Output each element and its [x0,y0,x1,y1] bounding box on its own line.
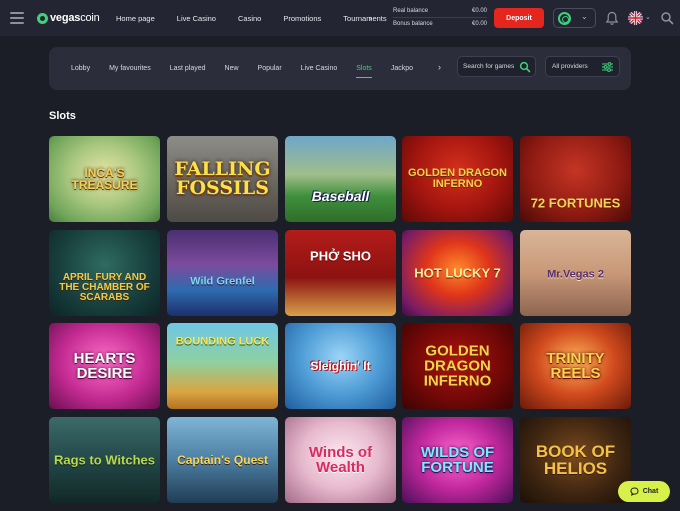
game-title: INCA'S TREASURE [71,166,138,192]
game-title: BOOK OF HELIOS [535,442,616,478]
nav-casino[interactable]: Casino [238,14,261,23]
game-tile-mr-vegas-2[interactable]: Mr.Vegas 2 [520,230,631,316]
logo-text: vegascoin [50,12,100,24]
tab-slots[interactable]: Slots [356,47,372,90]
logo-coin-icon [37,12,48,24]
game-tile-falling-fossils[interactable]: FALLING FOSSILS [167,136,278,222]
game-title: Golden Dragon Inferno [408,167,507,190]
tab-jackpots[interactable]: Jackpo [391,47,413,90]
bonus-balance-label: Bonus balance [393,20,433,27]
chat-label: Chat [642,488,659,495]
game-tile-captains-quest[interactable]: Captain's Quest [167,417,278,503]
chevron-down-icon: ⌄ [581,12,588,21]
game-title: WILDS OF FORTUNE [420,444,495,476]
tab-popular[interactable]: Popular [258,47,282,90]
game-title: Sleighin' It [310,359,371,373]
top-header: vegascoin Home page Live Casino Casino P… [0,0,680,36]
game-tile-baseball[interactable]: Baseball [285,136,396,222]
game-title: PHỞ SHO [310,248,371,264]
game-tile-hot-lucky-7[interactable]: HOT LUCKY 7 [402,230,513,316]
game-title: 72 FORTUNES [530,195,621,211]
search-icon [519,61,531,73]
balance-panel: Real balance €0.00 Bonus balance €0.00 [393,5,487,29]
game-tile-wilds-of-fortune[interactable]: WILDS OF FORTUNE [402,417,513,503]
uk-flag-icon[interactable] [628,11,643,25]
filter-sliders-icon [602,62,613,72]
game-title: Mr.Vegas 2 [547,268,604,281]
game-title: FALLING FOSSILS [174,158,271,199]
game-tile-trinity-reels[interactable]: TRINITY REELS [520,323,631,409]
game-tile-incas-treasure[interactable]: INCA'S TREASURE [49,136,160,222]
avatar-icon [558,12,571,25]
nav-live-casino[interactable]: Live Casino [177,14,216,23]
tab-new[interactable]: New [225,47,239,90]
game-tile-bounding-luck[interactable]: BOUNDING LUCK [167,323,278,409]
main-navigation: Home page Live Casino Casino Promotions … [116,0,387,36]
game-tile-golden-dragon-inferno-hold-win[interactable]: Golden Dragon Inferno [402,136,513,222]
nav-home-page[interactable]: Home page [116,14,155,23]
real-balance-label: Real balance [393,8,429,14]
game-tile-april-fury[interactable]: APRIL FURY AND THE CHAMBER OF SCARABS [49,230,160,316]
chat-bubble-icon [630,487,639,496]
game-title: APRIL FURY AND THE CHAMBER OF SCARABS [59,272,150,304]
game-title: Rags to Witches [53,452,155,468]
section-title: Slots [49,110,76,122]
notification-bell-icon[interactable] [605,11,619,26]
real-balance-row: Real balance €0.00 [393,5,487,17]
vegascoin-logo[interactable]: vegascoin [37,11,100,25]
game-search-input[interactable]: Search for games [457,56,536,77]
nav-promotions[interactable]: Promotions [283,14,321,23]
game-title: TRINITY REELS [546,350,605,382]
category-scroll-right-icon[interactable]: › [438,62,441,72]
game-title: BOUNDING LUCK [175,335,270,348]
providers-filter-label: All providers [552,63,588,70]
tab-my-favourites[interactable]: My favourites [109,47,151,90]
game-title: Winds of Wealth [308,444,373,476]
bonus-balance-row: Bonus balance €0.00 [393,17,487,29]
search-icon[interactable] [660,11,674,25]
language-chevron-icon[interactable]: ⌄ [645,13,651,21]
game-search-placeholder: Search for games [463,63,515,70]
nav-tournaments[interactable]: Tournaments [343,14,386,23]
category-tabs: Lobby My favourites Last played New Popu… [71,47,413,90]
game-title: Baseball [311,188,370,205]
game-title: Wild Grenfel [190,275,255,288]
game-tile-hearts-desire[interactable]: HEARTS DESIRE [49,323,160,409]
game-tile-pho-sho[interactable]: PHỞ SHO [285,230,396,316]
tab-lobby[interactable]: Lobby [71,47,90,90]
game-tile-sleighin-it[interactable]: Sleighin' It [285,323,396,409]
game-title: GOLDEN DRAGON INFERNO [423,342,492,390]
deposit-button[interactable]: Deposit [494,8,544,28]
game-tile-72-fortunes[interactable]: 72 FORTUNES [520,136,631,222]
real-balance-value: €0.00 [471,8,487,14]
bonus-balance-value: €0.00 [471,20,487,27]
game-tile-wild-grenfel[interactable]: Wild Grenfel [167,230,278,316]
game-title: HEARTS DESIRE [73,350,136,382]
game-tile-rags-to-witches[interactable]: Rags to Witches [49,417,160,503]
account-menu-button[interactable]: ⌄ [553,8,596,28]
tab-last-played[interactable]: Last played [170,47,206,90]
game-tile-winds-of-wealth[interactable]: Winds of Wealth [285,417,396,503]
providers-filter-button[interactable]: All providers [545,56,620,77]
game-title: Captain's Quest [177,453,268,467]
game-tile-book-of-helios[interactable]: BOOK OF HELIOS [520,417,631,503]
game-title: HOT LUCKY 7 [414,265,501,281]
game-tile-golden-dragon-inferno[interactable]: GOLDEN DRAGON INFERNO [402,323,513,409]
hamburger-menu-icon[interactable] [10,12,24,24]
nav-scroll-right-icon[interactable]: › [369,13,372,23]
chat-button[interactable]: Chat [618,481,670,502]
tab-live-casino[interactable]: Live Casino [301,47,338,90]
category-bar: Lobby My favourites Last played New Popu… [49,47,631,90]
